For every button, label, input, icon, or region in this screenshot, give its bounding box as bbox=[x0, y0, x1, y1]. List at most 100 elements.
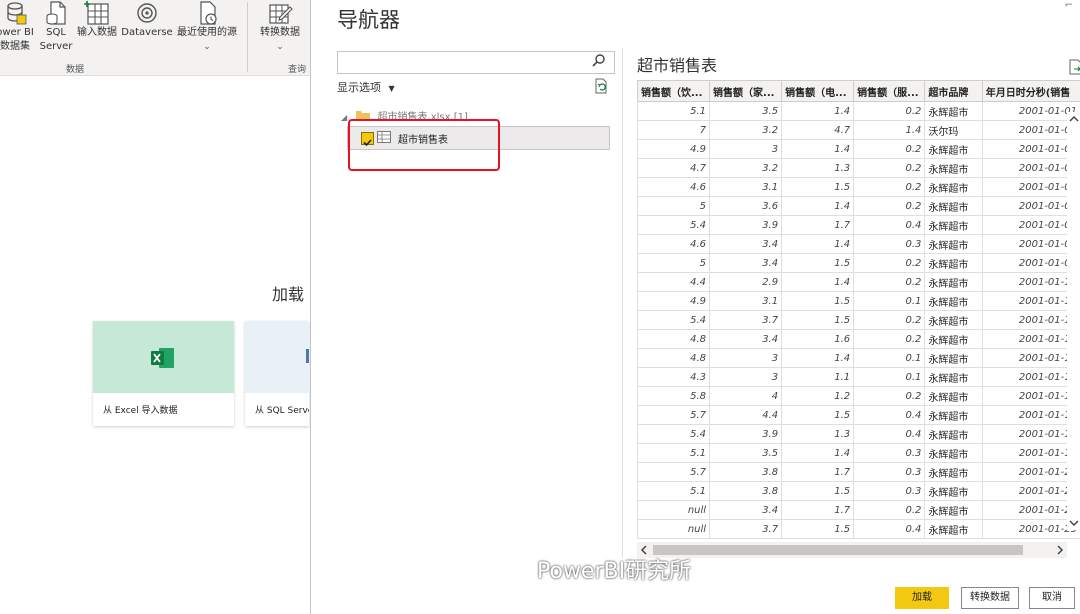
table-cell: 1.4 bbox=[781, 443, 855, 463]
ribbon-enter-data-button[interactable]: 输入数据 bbox=[74, 0, 120, 40]
horizontal-scrollbar[interactable] bbox=[637, 542, 1067, 558]
table-row: 5.4 3.9 1.3 0.4 永辉超市 2001-01-18 bbox=[637, 424, 1080, 444]
table-cell: 2001-01-17 bbox=[981, 405, 1080, 425]
load-button[interactable]: 加载 bbox=[895, 587, 949, 609]
table-cell: 5.7 bbox=[637, 462, 711, 482]
display-options-dropdown[interactable]: 显示选项 ▼ bbox=[337, 79, 395, 95]
table-cell: 3.9 bbox=[709, 215, 783, 235]
watermark-text: PowerBI研究所 bbox=[537, 559, 692, 584]
table-cell: 1.3 bbox=[781, 158, 855, 178]
scroll-down-icon[interactable] bbox=[1068, 518, 1080, 528]
table-cell: 永辉超市 bbox=[924, 272, 983, 292]
scrollbar-thumb[interactable] bbox=[653, 545, 1023, 555]
table-cell: 1.7 bbox=[781, 462, 855, 482]
vertical-scrollbar[interactable] bbox=[1067, 112, 1080, 530]
column-header[interactable]: 销售额（家... bbox=[709, 80, 783, 102]
table-row: 4.8 3 1.4 0.1 永辉超市 2001-01-14 bbox=[637, 348, 1080, 368]
table-cell: 4.6 bbox=[637, 177, 711, 197]
sql-source-card[interactable]: 从 SQL Serve bbox=[245, 321, 309, 426]
table-cell: 4.7 bbox=[637, 158, 711, 178]
table-cell: 永辉超市 bbox=[924, 177, 983, 197]
ribbon-transform-data-button[interactable]: 转换数据 ⌄ bbox=[254, 0, 306, 54]
table-cell: 0.4 bbox=[853, 405, 926, 425]
table-cell: 0.2 bbox=[853, 329, 926, 349]
ribbon-dataverse-button[interactable]: Dataverse bbox=[121, 0, 173, 40]
ribbon-item-label: Server bbox=[39, 41, 73, 52]
table-cell: 1.5 bbox=[781, 405, 855, 425]
preview-table: 销售额（饮... 销售额（家... 销售额（电... 销售额（服... 超市品牌 年月日时… bbox=[637, 80, 1080, 542]
export-icon[interactable] bbox=[1069, 59, 1080, 75]
column-header[interactable]: 年月日时分秒(销售 bbox=[981, 80, 1080, 102]
column-header[interactable]: 超市品牌 bbox=[924, 80, 983, 102]
table-grid-icon bbox=[84, 1, 109, 25]
table-cell: 永辉超市 bbox=[924, 481, 983, 501]
table-cell: 永辉超市 bbox=[924, 519, 983, 539]
ribbon-group-label: 数据 bbox=[66, 65, 85, 75]
ribbon-divider bbox=[247, 2, 248, 72]
table-cell: 永辉超市 bbox=[924, 158, 983, 178]
column-header[interactable]: 销售额（服... bbox=[853, 80, 926, 102]
scroll-right-icon[interactable] bbox=[1055, 544, 1065, 556]
excel-source-card[interactable]: 从 Excel 导入数据 bbox=[93, 321, 234, 426]
table-row: 4.9 3 1.4 0.2 永辉超市 2001-01-03 bbox=[637, 139, 1080, 159]
scroll-up-icon[interactable] bbox=[1068, 114, 1080, 124]
table-row: 4.9 3.1 1.5 0.1 永辉超市 2001-01-11 bbox=[637, 291, 1080, 311]
table-cell: 0.4 bbox=[853, 519, 926, 539]
table-cell: 3.5 bbox=[709, 101, 783, 121]
table-cell: 永辉超市 bbox=[924, 329, 983, 349]
table-cell: 3 bbox=[709, 139, 783, 159]
table-cell: 0.3 bbox=[853, 462, 926, 482]
sql-icon bbox=[306, 349, 309, 363]
table-cell: 0.1 bbox=[853, 367, 926, 387]
ribbon-sql-server-button[interactable]: SQL Server bbox=[38, 0, 74, 54]
table-cell: 3.6 bbox=[709, 196, 783, 216]
pane-divider bbox=[622, 48, 623, 558]
table-cell: 4.9 bbox=[637, 291, 711, 311]
column-header[interactable]: 销售额（电... bbox=[781, 80, 855, 102]
table-row: 5.4 3.9 1.7 0.4 永辉超市 2001-01-07 bbox=[637, 215, 1080, 235]
table-cell: 0.2 bbox=[853, 253, 926, 273]
table-cell: 2001-01-11 bbox=[981, 291, 1080, 311]
chevron-down-icon: ⌄ bbox=[276, 42, 284, 52]
ribbon: ower BI 数据集 SQL Server 输入数据 Dataverse 最近… bbox=[0, 0, 310, 76]
table-cell: 3.1 bbox=[709, 291, 783, 311]
table-cell: 永辉超市 bbox=[924, 234, 983, 254]
table-cell: 0.2 bbox=[853, 272, 926, 292]
table-cell: 3.5 bbox=[709, 443, 783, 463]
dataverse-icon bbox=[137, 3, 157, 23]
table-cell: 3.8 bbox=[709, 481, 783, 501]
ribbon-item-label: SQL bbox=[46, 27, 66, 38]
table-cell: 3.2 bbox=[709, 158, 783, 178]
table-cell: 2.9 bbox=[709, 272, 783, 292]
table-cell: 3.1 bbox=[709, 177, 783, 197]
collapse-arrow-icon[interactable]: ◢ bbox=[341, 113, 347, 122]
column-header[interactable]: 销售额（饮... bbox=[637, 80, 711, 102]
table-cell: 4.8 bbox=[637, 329, 711, 349]
ribbon-recent-sources-button[interactable]: 最近使用的源 ⌄ bbox=[173, 0, 241, 54]
table-row: 4.7 3.2 1.3 0.2 永辉超市 2001-01-04 bbox=[637, 158, 1080, 178]
search-input[interactable] bbox=[337, 51, 615, 74]
ribbon-group-label: 查询 bbox=[288, 65, 307, 75]
table-cell: 永辉超市 bbox=[924, 462, 983, 482]
chevron-down-icon: ⌄ bbox=[203, 42, 211, 52]
ribbon-powerbi-dataset-button[interactable]: ower BI 数据集 bbox=[0, 0, 38, 54]
ribbon-item-label: 输入数据 bbox=[77, 27, 117, 38]
annotation-highlight-box bbox=[348, 119, 500, 171]
card-header bbox=[93, 321, 234, 393]
ribbon-item-label: 数据集 bbox=[0, 41, 30, 52]
dialog-title: 导航器 bbox=[337, 8, 400, 32]
table-cell: 5.4 bbox=[637, 310, 711, 330]
cancel-button[interactable]: 取消 bbox=[1029, 587, 1075, 609]
search-icon[interactable] bbox=[589, 51, 609, 70]
table-row: 7 3.2 4.7 1.4 沃尔玛 2001-01-02 bbox=[637, 120, 1080, 140]
table-cell: 1.5 bbox=[781, 177, 855, 197]
close-icon[interactable]: ⌐ bbox=[1065, 0, 1073, 11]
sql-server-icon bbox=[46, 1, 66, 25]
transform-data-button[interactable]: 转换数据 bbox=[961, 587, 1019, 609]
table-cell: 7 bbox=[637, 120, 711, 140]
table-cell: 1.7 bbox=[781, 215, 855, 235]
table-cell: 1.5 bbox=[781, 310, 855, 330]
table-cell: 永辉超市 bbox=[924, 386, 983, 406]
refresh-icon[interactable] bbox=[593, 78, 609, 94]
table-row: 4.4 2.9 1.4 0.2 永辉超市 2001-01-10 bbox=[637, 272, 1080, 292]
